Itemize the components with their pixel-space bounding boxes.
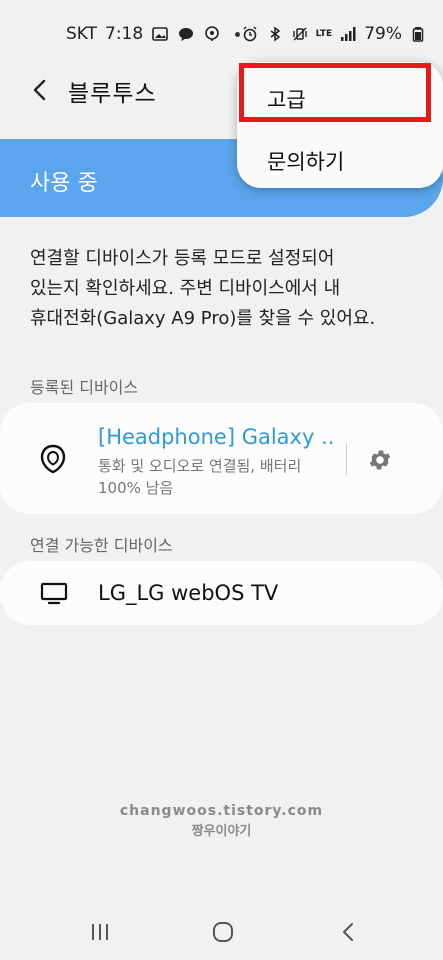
- status-bar: SKT 7:18 LTE 79%: [0, 0, 443, 68]
- card-divider: [346, 443, 347, 475]
- watermark-name: 짱우이야기: [191, 824, 252, 839]
- section-registered-devices: 등록된 디바이스: [30, 378, 139, 397]
- status-right: LTE 79%: [241, 24, 427, 44]
- alarm-icon: [241, 25, 259, 43]
- recents-icon: [92, 924, 108, 940]
- gallery-icon: [151, 25, 169, 43]
- page-title: 블루투스: [68, 81, 157, 107]
- chevron-left-icon: [33, 79, 46, 101]
- signal-icon: [339, 25, 357, 43]
- back-button[interactable]: [26, 76, 54, 104]
- bluetooth-icon: [266, 25, 284, 43]
- recents-button[interactable]: [85, 918, 115, 946]
- chevron-left-icon: [343, 923, 353, 941]
- earbuds-icon: [38, 443, 68, 475]
- gear-icon: [369, 450, 391, 470]
- device-settings-button[interactable]: [366, 446, 394, 474]
- talk-icon: [177, 25, 195, 43]
- menu-item-contact-us[interactable]: 문의하기: [267, 146, 344, 176]
- home-button[interactable]: [208, 918, 238, 946]
- home-icon: [213, 922, 233, 942]
- highlight-box: [239, 63, 431, 122]
- battery-percent: 79%: [364, 24, 402, 44]
- available-device-name[interactable]: LG_LG webOS TV: [98, 581, 278, 605]
- lte-label: LTE: [315, 28, 333, 39]
- notification-dot-icon: [235, 31, 241, 37]
- vibrate-mute-icon: [291, 25, 309, 43]
- pairing-description: 연결할 디바이스가 등록 모드로 설정되어 있는지 확인하세요. 주변 디바이스…: [30, 248, 376, 329]
- tv-icon: [40, 582, 68, 606]
- carrier-label: SKT: [66, 24, 98, 44]
- nav-back-button[interactable]: [333, 918, 363, 946]
- watermark-url: changwoos.tistory.com: [119, 803, 324, 819]
- battery-icon: [409, 25, 427, 43]
- registered-device-name[interactable]: [Headphone] Galaxy ..: [98, 425, 334, 449]
- location-icon: [203, 25, 221, 43]
- section-available-devices: 연결 가능한 디바이스: [30, 536, 173, 555]
- switch-label: 사용 중: [30, 171, 98, 196]
- clock: 7:18: [105, 24, 144, 44]
- status-left: SKT 7:18: [66, 24, 241, 44]
- registered-device-status: 통화 및 오디오로 연결됨, 배터리 100% 남음: [98, 457, 302, 497]
